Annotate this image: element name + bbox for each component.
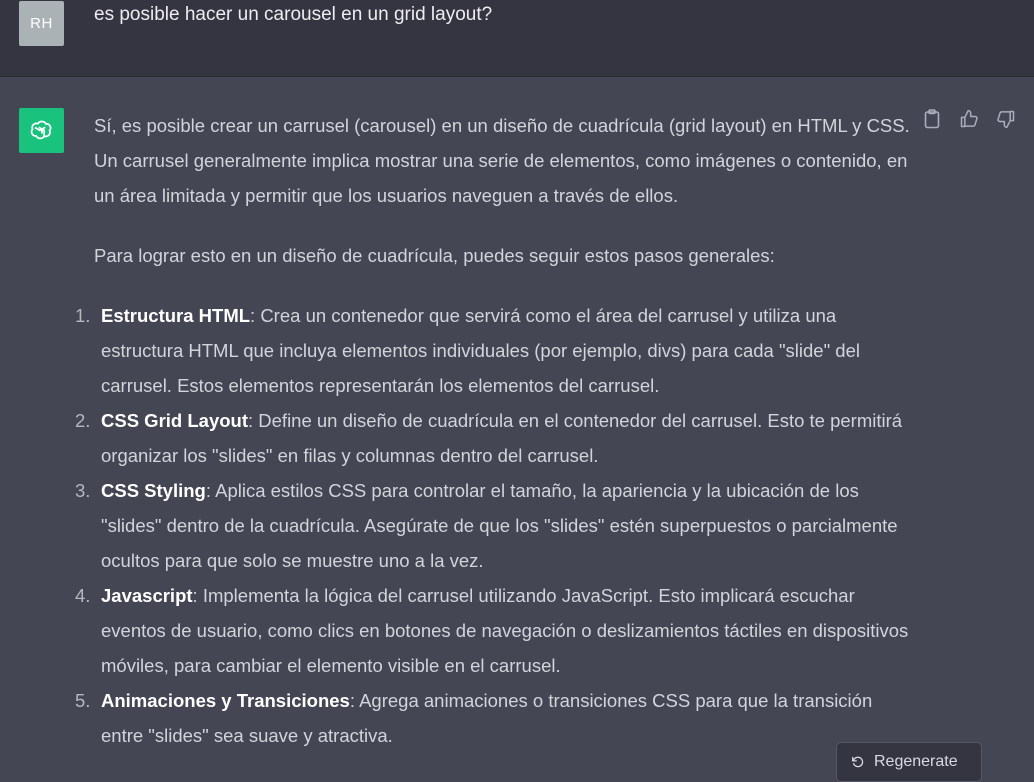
message-actions <box>922 109 1016 129</box>
list-item: 4. Javascript: Implementa la lógica del … <box>75 578 916 683</box>
list-item: 2. CSS Grid Layout: Define un diseño de … <box>75 403 916 473</box>
openai-logo-icon <box>30 120 51 139</box>
list-number: 2. <box>75 410 91 431</box>
step-title: CSS Styling <box>101 480 206 501</box>
answer-intro-paragraph: Sí, es posible crear un carrusel (carous… <box>94 115 910 206</box>
thumbs-down-icon <box>997 110 1015 129</box>
list-number: 3. <box>75 480 91 501</box>
list-item: 3. CSS Styling: Aplica estilos CSS para … <box>75 473 916 578</box>
assistant-message-content: Sí, es posible crear un carrusel (carous… <box>75 108 916 753</box>
list-item: 1. Estructura HTML: Crea un contenedor q… <box>75 298 916 403</box>
regenerate-button[interactable]: Regenerate <box>836 742 982 782</box>
step-text: : Implementa la lógica del carrusel util… <box>101 585 909 676</box>
step-title: Estructura HTML <box>101 305 251 326</box>
copy-icon <box>924 109 940 129</box>
assistant-avatar <box>19 108 64 153</box>
thumbs-down-button[interactable] <box>996 109 1016 129</box>
user-message-row: RH es posible hacer un carousel en un gr… <box>0 0 1034 77</box>
list-number: 1. <box>75 305 91 326</box>
user-avatar: RH <box>19 1 64 46</box>
list-number: 4. <box>75 585 91 606</box>
list-item: 5. Animaciones y Transiciones: Agrega an… <box>75 683 916 753</box>
list-number: 5. <box>75 690 91 711</box>
step-title: Javascript <box>101 585 193 606</box>
copy-button[interactable] <box>922 109 942 129</box>
steps-list: 1. Estructura HTML: Crea un contenedor q… <box>75 298 916 753</box>
step-text: : Aplica estilos CSS para controlar el t… <box>101 480 898 571</box>
assistant-message-row: Sí, es posible crear un carrusel (carous… <box>0 77 1034 782</box>
thumbs-up-button[interactable] <box>959 109 979 129</box>
answer-steps-intro: Para lograr esto en un diseño de cuadríc… <box>94 245 775 266</box>
step-title: Animaciones y Transiciones <box>101 690 350 711</box>
user-message-text: es posible hacer un carousel en un grid … <box>94 4 493 25</box>
thumbs-up-icon <box>960 109 978 128</box>
regenerate-label: Regenerate <box>874 753 958 770</box>
step-title: CSS Grid Layout <box>101 410 248 431</box>
